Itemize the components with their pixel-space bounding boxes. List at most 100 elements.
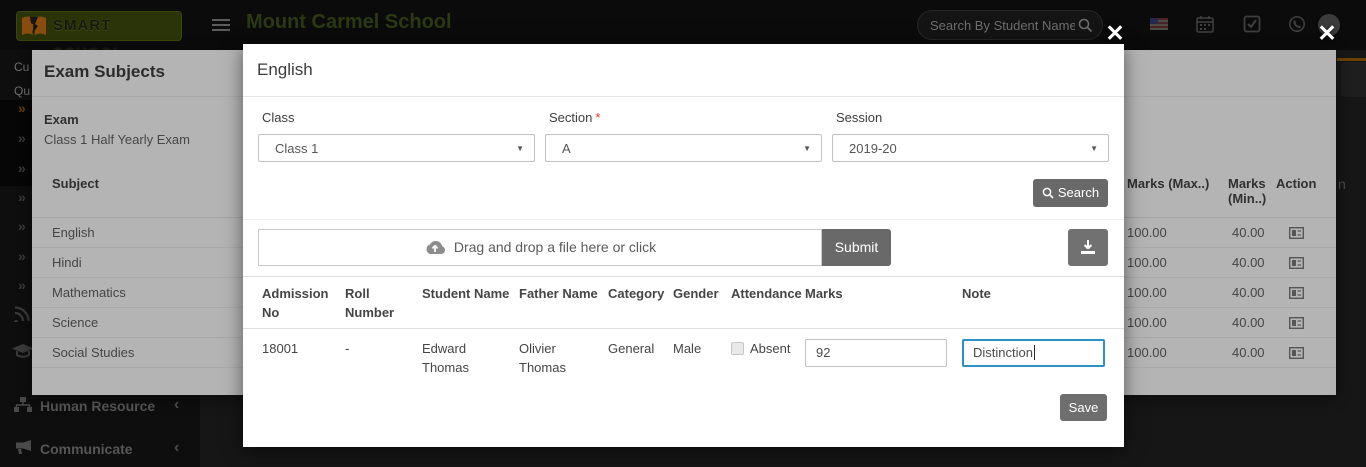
close-icon[interactable]: ✕ xyxy=(1102,20,1128,46)
section-divider xyxy=(243,219,1124,220)
note-input[interactable]: Distinction xyxy=(962,339,1105,367)
subject-min-marks: 40.00 xyxy=(1232,255,1265,270)
cell-category: General xyxy=(608,339,673,377)
header-father-name: Father Name xyxy=(519,284,608,322)
subject-name: Social Studies xyxy=(52,345,134,360)
submenu-chevron-icon[interactable]: » xyxy=(18,130,26,146)
header-roll-number: Roll Number xyxy=(345,284,422,322)
app-root: SMART SCHOOL Mount Carmel School Cu Qu »… xyxy=(0,0,1366,467)
class-select[interactable]: Class 1 ▼ xyxy=(258,134,535,162)
exam-value: Class 1 Half Yearly Exam xyxy=(44,132,190,147)
header-attendance: Attendance xyxy=(731,284,805,322)
download-icon xyxy=(1080,240,1096,255)
chevron-left-icon: ‹ xyxy=(174,439,179,457)
rss-icon[interactable] xyxy=(14,305,31,322)
cell-student-name: Edward Thomas xyxy=(422,339,519,377)
cell-admission-no: 18001 xyxy=(262,339,345,377)
school-name-title: Mount Carmel School xyxy=(246,11,452,34)
header-admission-no: Admission No xyxy=(262,284,345,322)
subject-name: Hindi xyxy=(52,255,82,270)
sidebar-clipped-item[interactable]: Qu xyxy=(14,84,30,98)
submenu-chevron-icon[interactable]: » xyxy=(18,277,26,293)
exam-label: Exam xyxy=(44,112,79,127)
file-dropzone[interactable]: Drag and drop a file here or click xyxy=(258,229,822,266)
whatsapp-icon[interactable] xyxy=(1288,15,1306,33)
submenu-chevron-icon[interactable]: » xyxy=(18,248,26,264)
absent-label: Absent xyxy=(750,339,790,358)
subject-name: Science xyxy=(52,315,98,330)
section-select[interactable]: A ▼ xyxy=(545,134,822,162)
subject-min-marks: 40.00 xyxy=(1232,225,1265,240)
header-marks: Marks xyxy=(805,284,962,322)
smart-school-logo[interactable]: SMART SCHOOL xyxy=(16,11,182,41)
background-action-text-fragment: n xyxy=(1338,176,1346,192)
subject-max-marks: 100.00 xyxy=(1127,255,1167,270)
cloud-upload-icon xyxy=(424,240,446,255)
search-icon xyxy=(1042,187,1054,199)
modal-header: English xyxy=(243,44,1124,97)
sidebar-item-label: Human Resource xyxy=(40,398,155,414)
subject-max-marks: 100.00 xyxy=(1127,345,1167,360)
header-note: Note xyxy=(962,284,1110,322)
student-search-box xyxy=(917,10,1103,40)
download-sample-button[interactable] xyxy=(1068,229,1108,266)
top-header: SMART SCHOOL Mount Carmel School xyxy=(0,0,1366,50)
cell-roll-number: - xyxy=(345,339,422,377)
submit-button[interactable]: Submit xyxy=(822,229,891,266)
cell-gender: Male xyxy=(673,339,731,377)
cell-attendance: Absent xyxy=(731,339,805,377)
background-button-fragment xyxy=(1341,62,1366,97)
menu-toggle-icon[interactable] xyxy=(212,19,230,31)
student-row: 18001 - Edward Thomas Olivier Thomas Gen… xyxy=(243,329,1124,377)
chevron-down-icon: ▼ xyxy=(516,144,524,153)
session-label: Session xyxy=(836,110,882,125)
english-marks-modal: English Class Section* Session Class 1 ▼… xyxy=(243,44,1124,447)
column-subject: Subject xyxy=(52,176,99,191)
session-select[interactable]: 2019-20 ▼ xyxy=(832,134,1109,162)
assign-marks-icon[interactable] xyxy=(1289,227,1304,239)
subject-max-marks: 100.00 xyxy=(1127,225,1167,240)
cell-father-name: Olivier Thomas xyxy=(519,339,608,377)
submenu-chevron-icon[interactable]: » xyxy=(18,160,26,176)
header-gender: Gender xyxy=(673,284,731,322)
class-label: Class xyxy=(262,110,295,125)
close-icon[interactable]: ✕ xyxy=(1314,20,1340,46)
sitemap-icon xyxy=(14,397,32,413)
save-button[interactable]: Save xyxy=(1060,394,1107,421)
exam-subjects-title: Exam Subjects xyxy=(44,62,165,82)
assign-marks-icon[interactable] xyxy=(1289,257,1304,269)
text-cursor xyxy=(1034,345,1035,360)
absent-checkbox[interactable] xyxy=(731,342,744,355)
background-button-accent xyxy=(1337,58,1366,61)
calendar-icon[interactable] xyxy=(1196,15,1214,33)
column-marks-max: Marks (Max..) xyxy=(1127,176,1209,191)
assign-marks-icon[interactable] xyxy=(1289,317,1304,329)
required-asterisk: * xyxy=(595,110,600,125)
search-button[interactable]: Search xyxy=(1033,179,1108,207)
assign-marks-icon[interactable] xyxy=(1289,347,1304,359)
task-check-icon[interactable] xyxy=(1243,15,1261,33)
cell-marks: 92 xyxy=(805,339,962,377)
language-flag-icon[interactable] xyxy=(1150,18,1168,30)
subject-min-marks: 40.00 xyxy=(1232,285,1265,300)
header-category: Category xyxy=(608,284,673,322)
student-search-input[interactable] xyxy=(930,12,1075,38)
subject-min-marks: 40.00 xyxy=(1232,315,1265,330)
chevron-down-icon: ▼ xyxy=(803,144,811,153)
submenu-chevron-icon[interactable]: » xyxy=(18,189,26,205)
assign-marks-icon[interactable] xyxy=(1289,287,1304,299)
subject-max-marks: 100.00 xyxy=(1127,285,1167,300)
column-action: Action xyxy=(1276,176,1316,191)
cell-note: Distinction xyxy=(962,339,1110,377)
submenu-chevron-icon[interactable]: » xyxy=(18,218,26,234)
subject-max-marks: 100.00 xyxy=(1127,315,1167,330)
marks-entry-table: Admission No Roll Number Student Name Fa… xyxy=(243,276,1124,377)
chevron-down-icon: ▼ xyxy=(1090,144,1098,153)
graduation-cap-icon[interactable] xyxy=(12,343,34,359)
submenu-chevron-icon[interactable]: » xyxy=(18,100,26,116)
subject-name: English xyxy=(52,225,95,240)
marks-input[interactable]: 92 xyxy=(805,339,947,367)
sidebar-item-label: Communicate xyxy=(40,441,133,457)
search-icon[interactable] xyxy=(1078,18,1093,33)
sidebar-clipped-item[interactable]: Cu xyxy=(14,60,29,74)
